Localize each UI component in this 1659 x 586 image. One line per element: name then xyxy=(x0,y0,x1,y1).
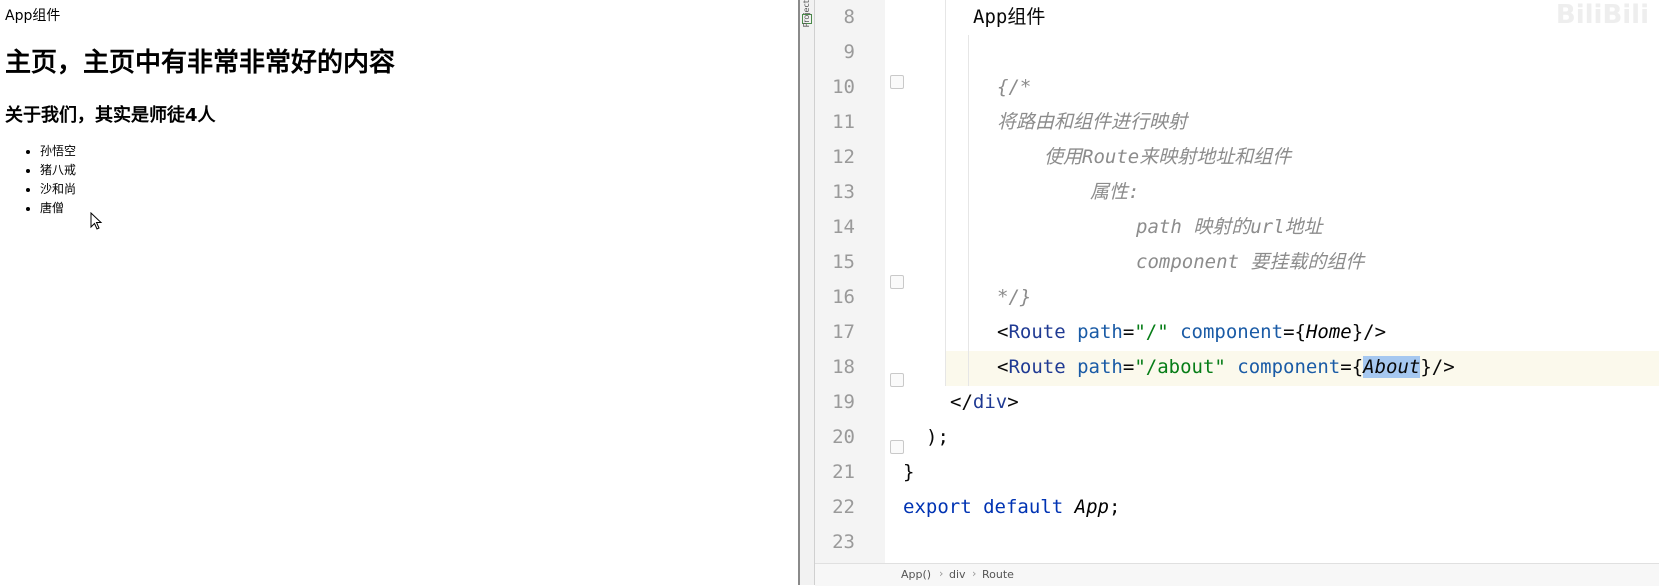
chevron-right-icon: › xyxy=(939,567,944,580)
line-number: 17 xyxy=(832,321,855,343)
line-number: 12 xyxy=(832,146,855,168)
line-number: 14 xyxy=(832,216,855,238)
line-number: 15 xyxy=(832,251,855,273)
indent-guide xyxy=(945,0,946,386)
app-component-label: App组件 xyxy=(5,8,61,24)
code-line-div-close[interactable]: </div> xyxy=(950,385,1019,420)
about-heading: 关于我们，其实是师徒4人 xyxy=(5,105,216,126)
chevron-right-icon: › xyxy=(972,567,977,580)
line-number: 19 xyxy=(832,391,855,413)
line-number: 11 xyxy=(832,111,855,133)
mouse-cursor-icon xyxy=(90,212,103,230)
code-line-route-home[interactable]: <Route path="/" component={Home}/> xyxy=(997,315,1386,350)
code-line[interactable]: 将路由和组件进行映射 xyxy=(997,105,1187,140)
code-line[interactable]: 使用Route来映射地址和组件 xyxy=(1044,140,1291,175)
list-item: 孙悟空 xyxy=(40,142,76,161)
code-line-export[interactable]: export default App; xyxy=(903,490,1120,525)
code-line[interactable]: path 映射的url地址 xyxy=(1136,210,1323,245)
list-item: 唐僧 xyxy=(40,199,76,218)
line-number: 8 xyxy=(843,6,855,28)
breadcrumb-item[interactable]: App() xyxy=(901,568,931,581)
code-line-route-about[interactable]: <Route path="/about" component={About}/> xyxy=(997,350,1455,385)
line-number: 13 xyxy=(832,181,855,203)
code-line[interactable]: {/* xyxy=(997,70,1031,105)
line-number: 10 xyxy=(832,76,855,98)
breadcrumb: App() › div › Route xyxy=(815,563,1659,586)
code-line[interactable]: } xyxy=(903,455,914,490)
code-line[interactable]: App组件 xyxy=(973,0,1045,35)
code-line[interactable]: component 要挂载的组件 xyxy=(1136,245,1364,280)
member-list: 孙悟空 猪八戒 沙和尚 唐僧 xyxy=(20,142,76,218)
list-item: 沙和尚 xyxy=(40,180,76,199)
line-number: 23 xyxy=(832,531,855,553)
fold-toggle-icon[interactable] xyxy=(890,373,904,387)
code-line[interactable]: */} xyxy=(997,280,1031,315)
fold-toggle-icon[interactable] xyxy=(890,75,904,89)
fold-toggle-icon[interactable] xyxy=(890,275,904,289)
bilibili-watermark: BiliBili xyxy=(1555,0,1649,30)
line-number: 20 xyxy=(832,426,855,448)
fold-toggle-icon[interactable] xyxy=(890,440,904,454)
breadcrumb-item[interactable]: div xyxy=(949,568,966,581)
project-tool-strip[interactable]: Project xyxy=(800,0,815,585)
indent-guide xyxy=(968,35,969,386)
breadcrumb-item[interactable]: Route xyxy=(982,568,1014,581)
code-editor: Project BiliBili 8 9 10 11 12 13 14 15 1… xyxy=(800,0,1659,586)
browser-viewport: App组件 主页，主页中有非常非常好的内容 关于我们，其实是师徒4人 孙悟空 猪… xyxy=(0,0,798,585)
line-number: 22 xyxy=(832,496,855,518)
list-item: 猪八戒 xyxy=(40,161,76,180)
code-line[interactable]: ); xyxy=(926,420,949,455)
line-number: 9 xyxy=(843,41,855,63)
code-line[interactable]: 属性: xyxy=(1090,175,1139,210)
line-number: 16 xyxy=(832,286,855,308)
line-number: 21 xyxy=(832,461,855,483)
line-number: 18 xyxy=(832,356,855,378)
home-heading: 主页，主页中有非常非常好的内容 xyxy=(5,48,396,78)
project-tab[interactable]: Project xyxy=(802,0,811,27)
